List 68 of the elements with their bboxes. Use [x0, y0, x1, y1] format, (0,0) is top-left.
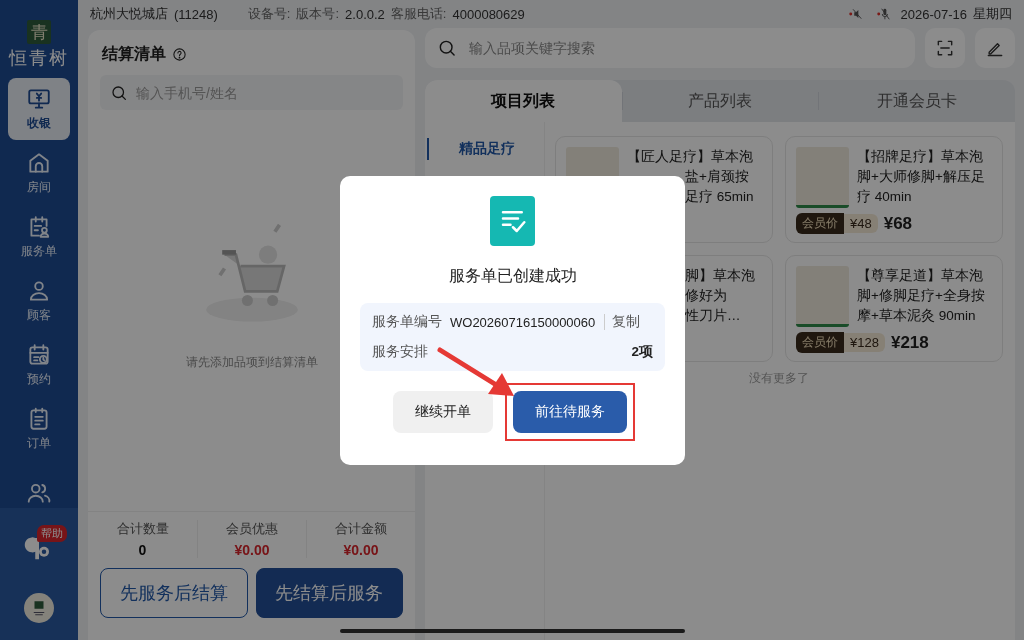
sidebar-item[interactable]: 收银 — [8, 78, 70, 140]
copy-link[interactable]: 复制 — [612, 313, 641, 331]
total-value: ¥0.00 — [343, 542, 379, 558]
total-value: 0 — [138, 542, 147, 558]
date-text: 2026-07-16 — [900, 6, 967, 22]
calendar-clock-icon — [26, 342, 52, 368]
info-value: 2项 — [631, 343, 653, 361]
member-price-tag: 会员价 — [796, 213, 844, 234]
catalog-tab[interactable]: 产品列表 — [621, 80, 819, 122]
service-card[interactable]: 【尊享足道】草本泡脚+修脚足疗+全身按摩+草本泥灸 90min 会员价 ¥128 ¥218 — [785, 255, 1003, 362]
item-search-field[interactable]: 输入品项关键字搜索 — [425, 28, 915, 68]
total-label: 合计数量 — [116, 520, 169, 538]
serve-first-button[interactable]: 先服务后结算 — [100, 568, 248, 618]
version-label: 版本号: — [296, 5, 340, 23]
total-value: ¥0.00 — [234, 542, 270, 558]
search-icon — [110, 84, 128, 102]
edit-button[interactable] — [975, 28, 1015, 68]
service-title: 【匠人足疗】草本泡 — [627, 148, 753, 166]
info-label: 服务安排 — [372, 343, 428, 361]
service-title: 脚】草本泡 — [685, 267, 755, 285]
sidebar-item[interactable]: 房间 — [8, 142, 70, 204]
member-price: ¥48 — [844, 214, 878, 233]
photo-placeholder — [796, 266, 849, 327]
version-number: 2.0.0.2 — [345, 6, 385, 22]
member-price: ¥128 — [844, 333, 885, 352]
scan-icon — [935, 38, 955, 58]
help-badge: 帮助 — [37, 525, 67, 542]
search-icon — [437, 38, 457, 58]
catalog-tab[interactable]: 项目列表 — [425, 80, 622, 122]
weekday-text: 星期四 — [973, 5, 1012, 23]
photo-placeholder — [796, 147, 849, 208]
device-label: 设备号: — [247, 5, 291, 23]
store-code: (11248) — [174, 6, 218, 22]
service-card[interactable]: 【招牌足疗】草本泡脚+大师修脚+解压足疗 40min 会员价 ¥48 ¥68 — [785, 136, 1003, 243]
catalog-tab[interactable]: 开通会员卡 — [818, 80, 1015, 122]
hotline-label: 客服电话: — [390, 5, 447, 23]
category-item[interactable]: 精品足疗 — [427, 138, 544, 160]
scan-button[interactable] — [925, 28, 965, 68]
brand-logo: 青 — [27, 20, 51, 44]
service-title: 修好为 — [685, 287, 727, 305]
brand-name: 恒青树 — [9, 46, 69, 70]
sidebar-item[interactable]: 订单 — [8, 398, 70, 460]
empty-hint: 请先添加品项到结算清单 — [185, 354, 318, 371]
sidebar-item[interactable]: 服务单 — [8, 206, 70, 268]
total-label: 合计金额 — [335, 520, 387, 538]
help-icon — [172, 47, 187, 62]
order-number: WO20260716150000060 — [450, 314, 596, 330]
go-to-service-button[interactable]: 前往待服务 — [512, 391, 627, 433]
panel-title: 结算清单 — [102, 44, 166, 64]
service-title: 【招牌足疗】草本泡脚+大师修脚+解压足疗 40min — [857, 148, 986, 206]
service-title: 盐+肩颈按 — [685, 168, 749, 186]
service-title: 足疗 65min — [685, 188, 754, 206]
avatar-logo-icon[interactable] — [24, 593, 54, 623]
service-price: ¥68 — [883, 213, 913, 234]
dialog-title: 服务单已创建成功 — [448, 266, 577, 286]
cashier-monitor-icon — [26, 86, 52, 112]
total-label: 会员优惠 — [226, 520, 278, 538]
store-name: 杭州大悦城店 — [90, 5, 168, 23]
sidebar-item[interactable]: 顾客 — [8, 270, 70, 332]
continue-order-button[interactable]: 继续开单 — [392, 391, 493, 433]
hotline-number: 4000080629 — [452, 6, 525, 22]
service-title: 【尊享足道】草本泡脚+修脚足疗+全身按摩+草本泥灸 90min — [857, 267, 986, 325]
service-title: 性刀片… — [685, 307, 741, 325]
service-price: ¥218 — [890, 332, 929, 353]
pay-first-button[interactable]: 先结算后服务 — [255, 568, 403, 618]
member-price-tag: 会员价 — [796, 332, 844, 353]
sidebar-item[interactable]: 预约 — [8, 334, 70, 396]
info-label: 服务单编号 — [372, 313, 442, 331]
